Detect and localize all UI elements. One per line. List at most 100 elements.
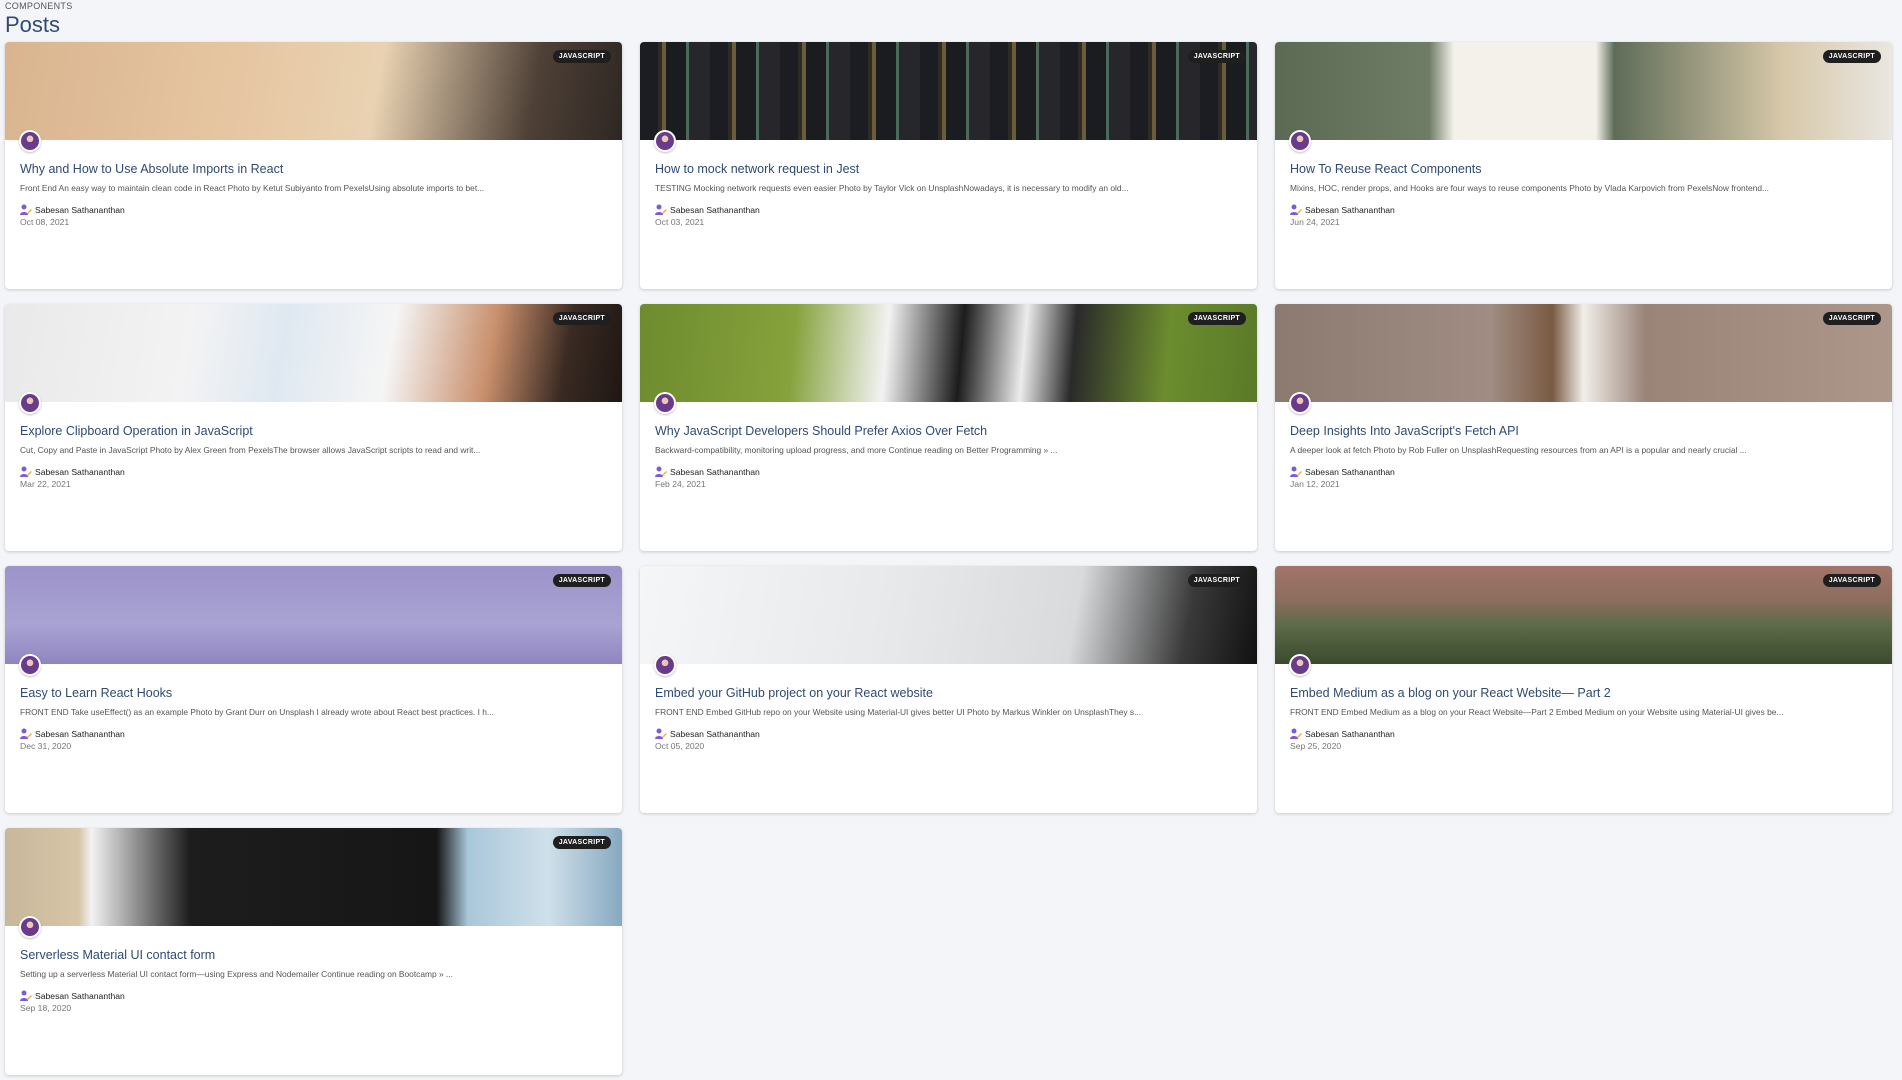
- author-name: Sabesan Sathananthan: [35, 466, 125, 477]
- post-thumbnail[interactable]: JAVASCRIPT: [5, 304, 622, 402]
- author-icon: [20, 728, 32, 739]
- post-title[interactable]: Why JavaScript Developers Should Prefer …: [655, 424, 1242, 438]
- author-icon: [1290, 466, 1302, 477]
- post-image: [5, 304, 622, 402]
- post-card[interactable]: JAVASCRIPT Explore Clipboard Operation i…: [5, 304, 622, 551]
- author-name: Sabesan Sathananthan: [670, 466, 760, 477]
- avatar: [1289, 654, 1311, 676]
- category-badge: JAVASCRIPT: [552, 50, 611, 63]
- category-badge: JAVASCRIPT: [1187, 574, 1246, 587]
- author-name: Sabesan Sathananthan: [1305, 728, 1395, 739]
- author-name: Sabesan Sathananthan: [670, 728, 760, 739]
- date-row: Sep 25, 2020: [1290, 741, 1342, 751]
- post-excerpt: Backward-compatibility, monitoring uploa…: [655, 445, 1058, 455]
- post-thumbnail[interactable]: JAVASCRIPT: [5, 42, 622, 140]
- author-name: Sabesan Sathananthan: [1305, 466, 1395, 477]
- post-excerpt: FRONT END Take useEffect() as an example…: [20, 707, 494, 717]
- author-icon: [655, 466, 667, 477]
- author-row: Sabesan Sathananthan: [1290, 466, 1877, 477]
- date-row: Sep 18, 2020: [20, 1003, 72, 1013]
- post-thumbnail[interactable]: JAVASCRIPT: [1275, 304, 1892, 402]
- post-thumbnail[interactable]: JAVASCRIPT: [1275, 42, 1892, 140]
- post-excerpt: Setting up a serverless Material UI cont…: [20, 969, 453, 979]
- avatar: [19, 392, 41, 414]
- post-image: [1275, 42, 1892, 140]
- category-badge: JAVASCRIPT: [1187, 312, 1246, 325]
- category-badge: JAVASCRIPT: [1187, 50, 1246, 63]
- post-title[interactable]: How To Reuse React Components: [1290, 162, 1877, 176]
- post-image: [5, 566, 622, 664]
- post-title[interactable]: Easy to Learn React Hooks: [20, 686, 607, 700]
- post-card[interactable]: JAVASCRIPT Deep Insights Into JavaScript…: [1275, 304, 1892, 551]
- author-icon: [20, 204, 32, 215]
- post-thumbnail[interactable]: JAVASCRIPT: [640, 566, 1257, 664]
- author-icon: [655, 728, 667, 739]
- post-title[interactable]: Why and How to Use Absolute Imports in R…: [20, 162, 607, 176]
- post-title[interactable]: Embed Medium as a blog on your React Web…: [1290, 686, 1877, 700]
- category-badge: JAVASCRIPT: [552, 836, 611, 849]
- post-thumbnail[interactable]: JAVASCRIPT: [1275, 566, 1892, 664]
- avatar: [654, 130, 676, 152]
- author-row: Sabesan Sathananthan: [20, 204, 607, 215]
- category-badge: JAVASCRIPT: [552, 312, 611, 325]
- post-card[interactable]: JAVASCRIPT Embed your GitHub project on …: [640, 566, 1257, 813]
- author-icon: [1290, 728, 1302, 739]
- post-image: [5, 42, 622, 140]
- author-row: Sabesan Sathananthan: [20, 466, 607, 477]
- breadcrumb: COMPONENTS: [5, 1, 73, 11]
- post-image: [1275, 304, 1892, 402]
- post-thumbnail[interactable]: JAVASCRIPT: [640, 42, 1257, 140]
- date-row: Feb 24, 2021: [655, 479, 706, 489]
- author-name: Sabesan Sathananthan: [35, 728, 125, 739]
- category-badge: JAVASCRIPT: [1822, 574, 1881, 587]
- post-excerpt: TESTING Mocking network requests even ea…: [655, 183, 1129, 193]
- avatar: [19, 916, 41, 938]
- post-thumbnail[interactable]: JAVASCRIPT: [640, 304, 1257, 402]
- post-card[interactable]: JAVASCRIPT Embed Medium as a blog on you…: [1275, 566, 1892, 813]
- avatar: [654, 654, 676, 676]
- post-card[interactable]: JAVASCRIPT Serverless Material UI contac…: [5, 828, 622, 1075]
- author-name: Sabesan Sathananthan: [35, 204, 125, 215]
- avatar: [1289, 392, 1311, 414]
- author-row: Sabesan Sathananthan: [1290, 728, 1877, 739]
- category-badge: JAVASCRIPT: [552, 574, 611, 587]
- post-card[interactable]: JAVASCRIPT How To Reuse React Components…: [1275, 42, 1892, 289]
- post-image: [640, 42, 1257, 140]
- post-excerpt: A deeper look at fetch Photo by Rob Full…: [1290, 445, 1747, 455]
- post-thumbnail[interactable]: JAVASCRIPT: [5, 566, 622, 664]
- date-row: Oct 08, 2021: [20, 217, 70, 227]
- post-thumbnail[interactable]: JAVASCRIPT: [5, 828, 622, 926]
- post-image: [5, 828, 622, 926]
- date-row: Oct 05, 2020: [655, 741, 705, 751]
- post-card[interactable]: JAVASCRIPT Why JavaScript Developers Sho…: [640, 304, 1257, 551]
- avatar: [1289, 130, 1311, 152]
- post-title[interactable]: Deep Insights Into JavaScript's Fetch AP…: [1290, 424, 1877, 438]
- page-title: Posts: [5, 12, 61, 37]
- avatar: [654, 392, 676, 414]
- post-title[interactable]: Serverless Material UI contact form: [20, 948, 607, 962]
- post-card[interactable]: JAVASCRIPT How to mock network request i…: [640, 42, 1257, 289]
- date-row: Oct 03, 2021: [655, 217, 705, 227]
- post-excerpt: FRONT END Embed Medium as a blog on your…: [1290, 707, 1784, 717]
- post-image: [1275, 566, 1892, 664]
- author-row: Sabesan Sathananthan: [20, 990, 607, 1001]
- author-icon: [20, 466, 32, 477]
- post-title[interactable]: Explore Clipboard Operation in JavaScrip…: [20, 424, 607, 438]
- post-card[interactable]: JAVASCRIPT Why and How to Use Absolute I…: [5, 42, 622, 289]
- post-title[interactable]: How to mock network request in Jest: [655, 162, 1242, 176]
- date-row: Jan 12, 2021: [1290, 479, 1340, 489]
- post-title[interactable]: Embed your GitHub project on your React …: [655, 686, 1242, 700]
- category-badge: JAVASCRIPT: [1822, 50, 1881, 63]
- avatar: [19, 654, 41, 676]
- date-row: Mar 22, 2021: [20, 479, 71, 489]
- post-image: [640, 304, 1257, 402]
- date-row: Jun 24, 2021: [1290, 217, 1340, 227]
- author-row: Sabesan Sathananthan: [655, 204, 1242, 215]
- author-row: Sabesan Sathananthan: [1290, 204, 1877, 215]
- author-icon: [1290, 204, 1302, 215]
- post-card[interactable]: JAVASCRIPT Easy to Learn React Hooks FRO…: [5, 566, 622, 813]
- author-icon: [20, 990, 32, 1001]
- author-name: Sabesan Sathananthan: [1305, 204, 1395, 215]
- author-row: Sabesan Sathananthan: [20, 728, 607, 739]
- author-name: Sabesan Sathananthan: [35, 990, 125, 1001]
